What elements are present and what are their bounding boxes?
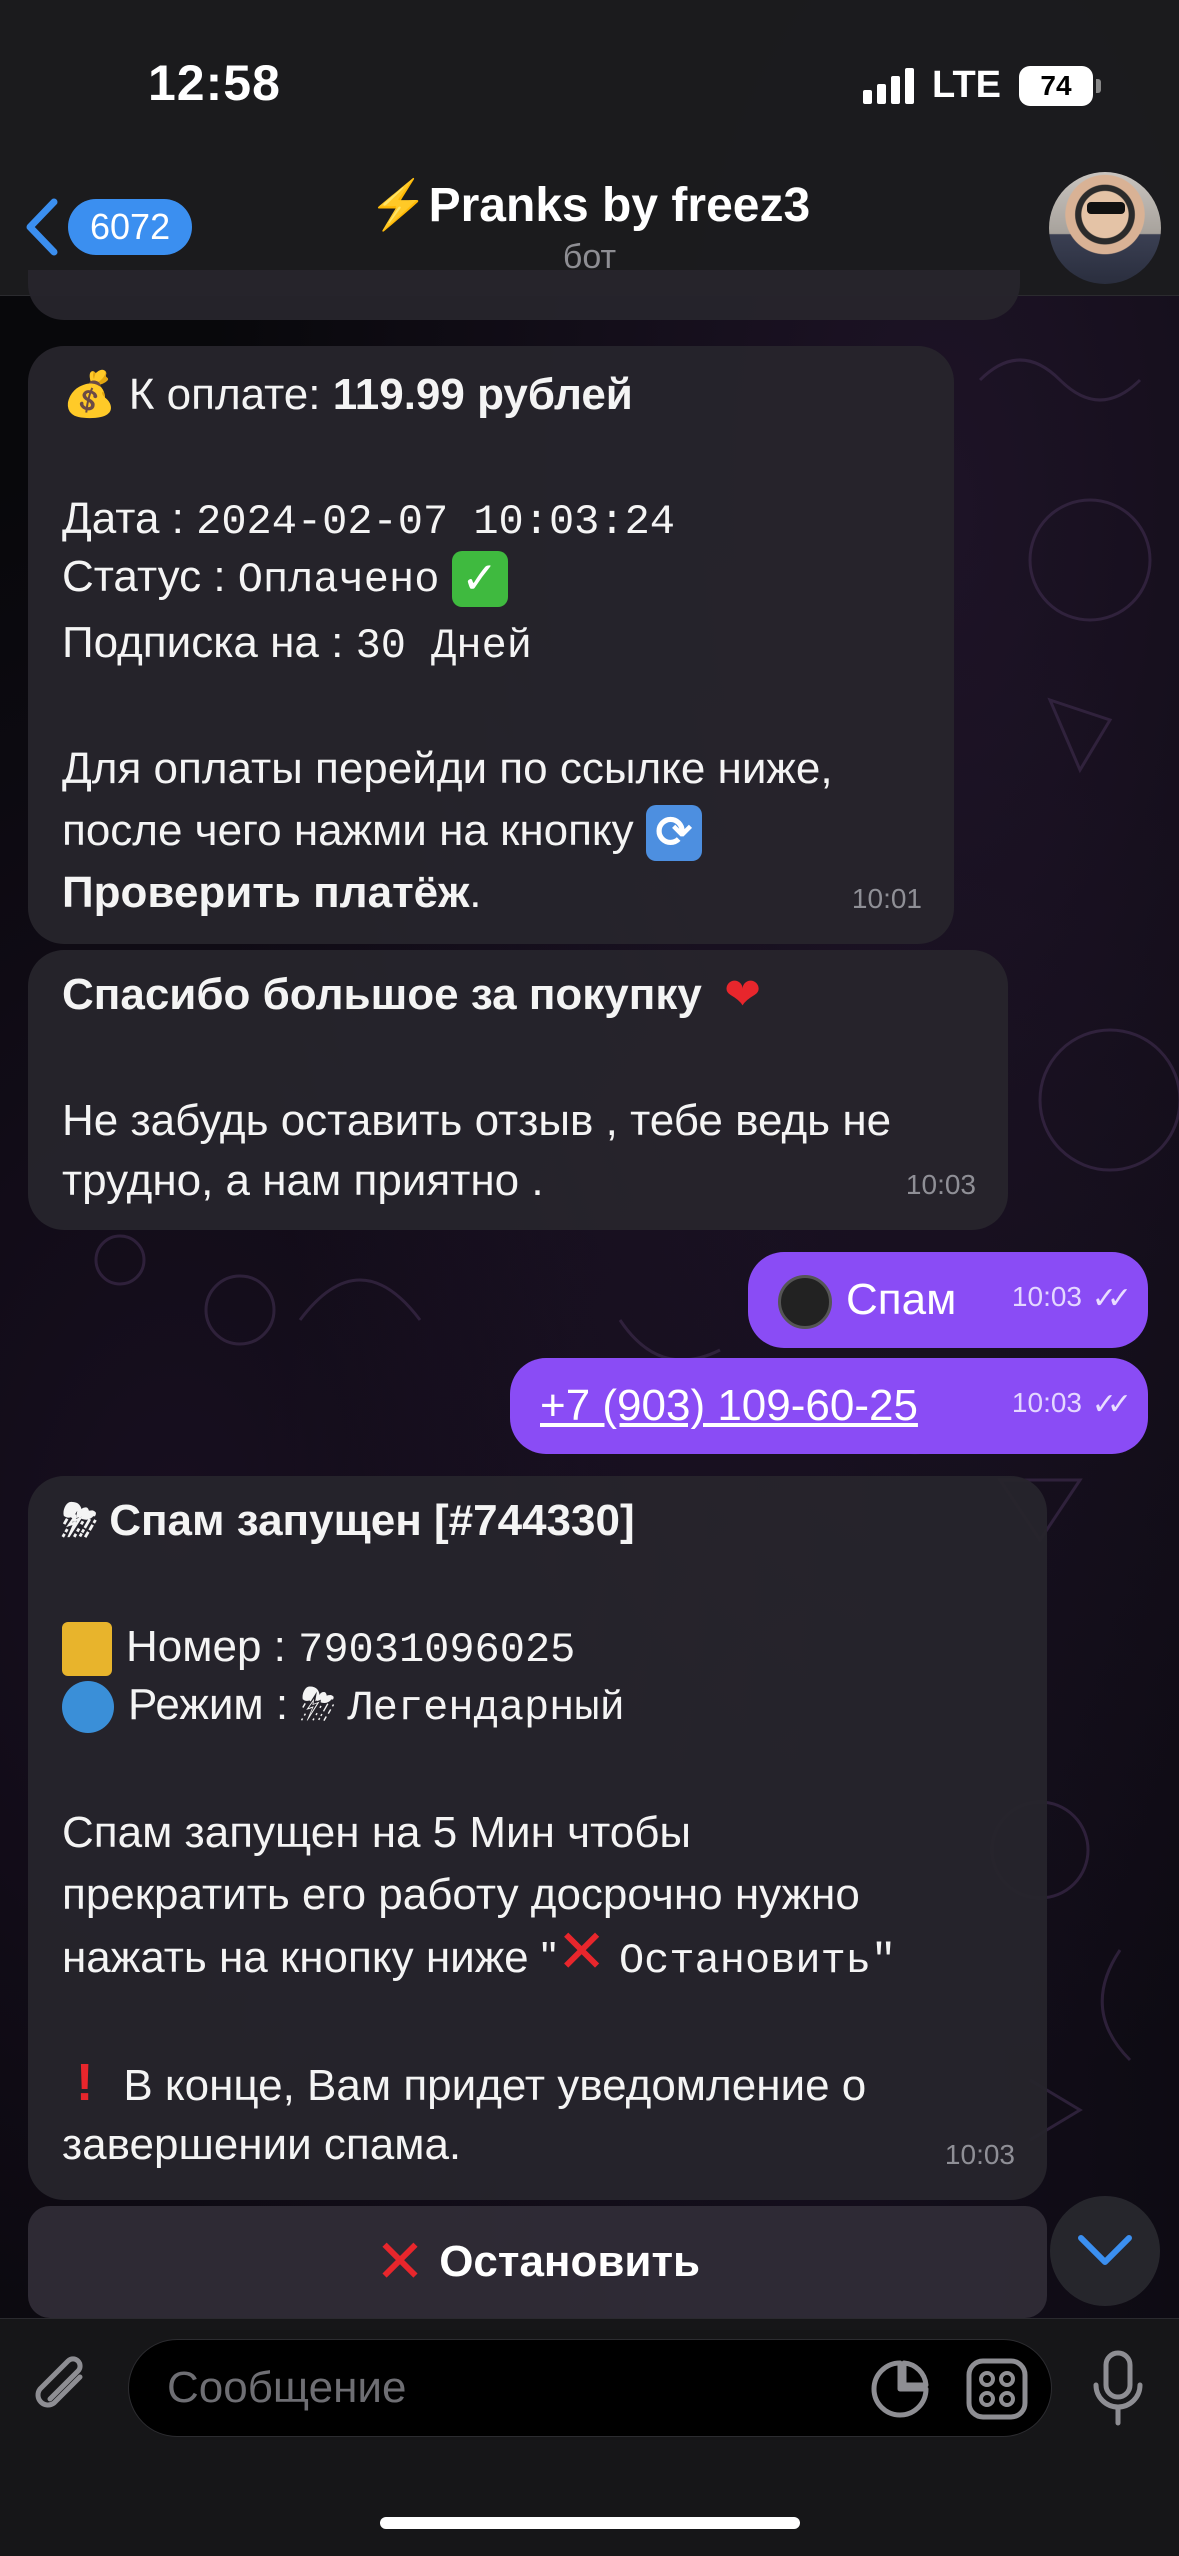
message-text: нажать на кнопку ниже "✕ Остановить" — [62, 1918, 897, 1986]
signal-icon — [863, 67, 915, 104]
stop-button[interactable]: ✕ Остановить — [28, 2206, 1047, 2318]
chat-avatar[interactable] — [1049, 172, 1161, 284]
message-text: трудно, а нам приятно . — [62, 1156, 544, 1205]
attach-icon[interactable] — [28, 2353, 98, 2423]
bomb-icon — [778, 1275, 832, 1330]
message-time: 10:03 — [1011, 1281, 1082, 1312]
subscription-value: 30 Дней — [355, 622, 532, 670]
cross-mark-icon: ✕ — [374, 2228, 426, 2295]
storm-cloud-icon: ⛈ — [62, 1496, 98, 1545]
refresh-icon: ⟳ — [645, 805, 702, 862]
phone-link[interactable]: +7 (903) 109-60-25 — [540, 1375, 918, 1437]
note-line: завершении спама. — [62, 2120, 462, 2169]
outgoing-message-bubble[interactable]: +7 (903) 109-60-25 10:03 ✓✓ — [510, 1358, 1148, 1454]
payment-line: 💰 К оплате: 119.99 рублей — [62, 364, 633, 426]
sticker-icon[interactable] — [870, 2359, 930, 2419]
globe-icon — [62, 1681, 114, 1734]
message-text: Спам — [778, 1269, 956, 1331]
chevron-down-icon — [1078, 2235, 1132, 2265]
message-time: 10:03 — [944, 2139, 1015, 2170]
instruction-line: после чего нажми на кнопку ⟳ — [62, 800, 702, 862]
chat-title[interactable]: ⚡️Pranks by freez3 — [0, 176, 1179, 233]
status-line: Статус : Оплачено ✓ — [62, 546, 508, 611]
message-bubble[interactable]: Спасибо большое за покупку ❤ Не забудь о… — [28, 950, 1008, 1230]
check-mark-icon: ✓ — [451, 551, 508, 608]
cross-mark-icon: ✕ — [556, 1918, 607, 1985]
number-value: 79031096025 — [298, 1626, 576, 1674]
message-time: 10:03 — [1011, 1387, 1082, 1418]
message-bubble-partial — [28, 270, 1020, 320]
date-line: Дата : 2024-02-07 10:03:24 — [62, 494, 675, 546]
message-time: 10:01 — [851, 883, 922, 914]
status-time: 12:58 — [148, 55, 281, 111]
storm-cloud-icon: ⛈ — [300, 1680, 336, 1729]
scroll-down-button[interactable] — [1050, 2196, 1160, 2306]
double-check-icon: ✓✓ — [1091, 1282, 1132, 1315]
microphone-icon[interactable] — [1090, 2349, 1146, 2429]
network-type: LTE — [932, 64, 1001, 106]
status-value: Оплачено — [237, 556, 440, 604]
home-indicator — [380, 2517, 800, 2529]
bot-commands-icon[interactable] — [965, 2357, 1029, 2421]
message-text: Не забудь оставить отзыв , тебе ведь не — [62, 1096, 892, 1145]
double-check-icon: ✓✓ — [1091, 1388, 1132, 1421]
payment-amount: 119.99 рублей — [332, 370, 633, 419]
instruction-line: Проверить платёж. — [62, 868, 482, 917]
outgoing-message-bubble[interactable]: Спам 10:03 ✓✓ — [748, 1252, 1148, 1348]
message-bubble[interactable]: ⛈ Спам запущен [#744330] Номер : 79031096… — [28, 1476, 1047, 2200]
exclamation-icon: ! — [76, 2054, 94, 2112]
money-bag-icon: 💰 — [62, 370, 117, 419]
notebook-icon — [62, 1622, 112, 1677]
spam-title: ⛈ Спам запущен [#744330] — [62, 1490, 635, 1552]
top-bar: 12:58 LTE 74 6072 ⚡️Pranks by freez3 бот — [0, 0, 1179, 296]
composer-bar — [0, 2318, 1179, 2556]
message-text: Спам запущен на 5 Мин чтобы — [62, 1808, 692, 1857]
message-text: прекратить его работу досрочно нужно — [62, 1870, 860, 1919]
mode-line: Режим : ⛈ Легендарный — [62, 1674, 625, 1739]
date-value: 2024-02-07 10:03:24 — [196, 498, 675, 546]
note-line: ! В конце, Вам придет уведомление о — [76, 2054, 867, 2112]
message-time: 10:03 — [905, 1169, 976, 1200]
mode-value: Легендарный — [347, 1684, 625, 1732]
subscription-line: Подписка на : 30 Дней — [62, 618, 532, 670]
thanks-line: Спасибо большое за покупку ❤ — [62, 970, 761, 1019]
instruction-line: Для оплаты перейди по ссылке ниже, — [62, 744, 833, 793]
status-indicators: LTE 74 — [863, 64, 1101, 107]
message-bubble[interactable]: 💰 К оплате: 119.99 рублей Дата : 2024-02-… — [28, 346, 954, 944]
number-line: Номер : 79031096025 — [62, 1616, 575, 1681]
heart-icon: ❤ — [724, 970, 761, 1019]
battery-icon: 74 — [1019, 65, 1101, 106]
